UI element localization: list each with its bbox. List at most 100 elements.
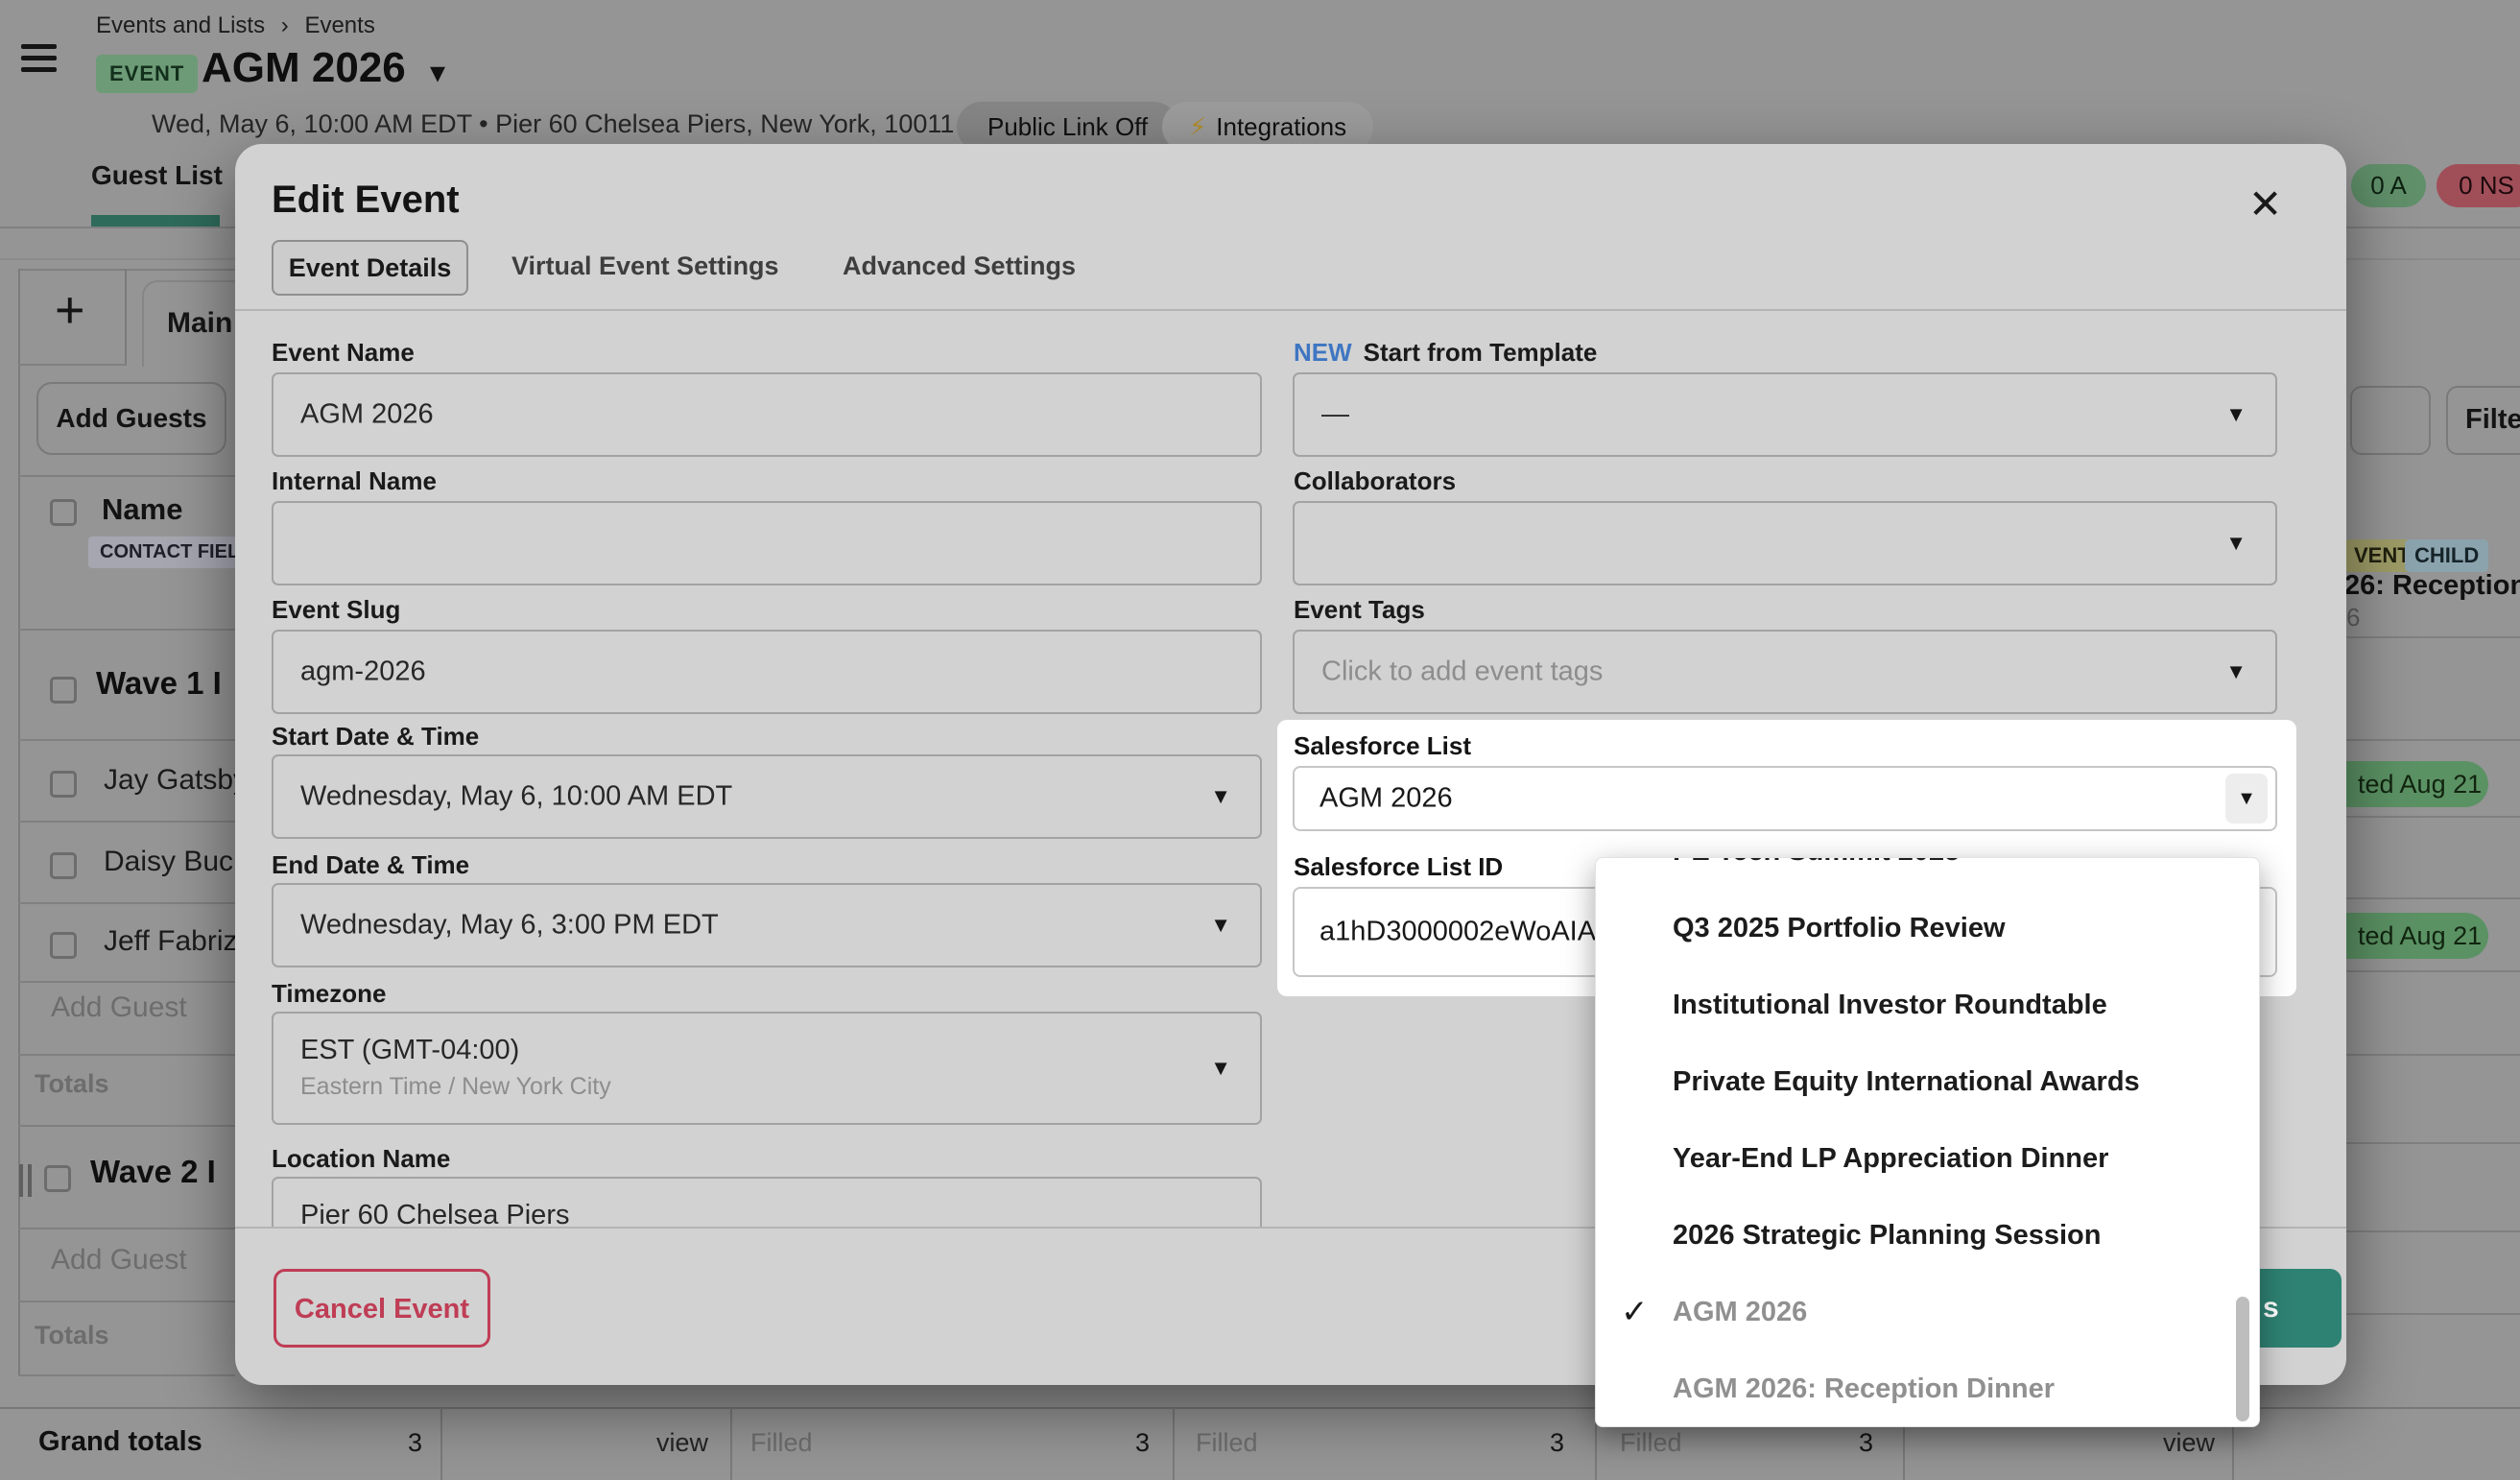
status-pill: ted Aug 21 (2344, 761, 2488, 807)
location-name-input[interactable]: Pier 60 Chelsea Piers (272, 1177, 1262, 1227)
guest-row-checkbox[interactable] (50, 852, 77, 879)
salesforce-list-select[interactable]: AGM 2026 ▼ (1293, 766, 2277, 831)
child-event-title[interactable]: 26: Reception Di (2344, 570, 2520, 602)
child-badge: CHILD (2405, 539, 2488, 572)
check-icon: ✓ (1621, 1274, 1649, 1350)
noshow-count-badge: 0 NS (2437, 164, 2520, 207)
right-row-divider (2346, 1054, 2520, 1056)
row-divider (18, 821, 235, 823)
tab-event-details[interactable]: Event Details (272, 240, 468, 296)
filter-button-label: Filte (2465, 404, 2520, 436)
guest-row[interactable]: Daisy Buch (104, 846, 236, 878)
view-link[interactable]: view (537, 1428, 708, 1458)
hamburger-menu-icon[interactable] (21, 44, 57, 72)
right-row-divider (2346, 636, 2520, 638)
start-datetime-select[interactable]: Wednesday, May 6, 10:00 AM EDT ▼ (272, 754, 1262, 839)
integrations-label: Integrations (1216, 112, 1346, 141)
end-datetime-select[interactable]: Wednesday, May 6, 3:00 PM EDT ▼ (272, 883, 1262, 967)
breadcrumb[interactable]: Events and Lists › Events (96, 12, 375, 39)
dropdown-option[interactable]: Year-End LP Appreciation Dinner (1596, 1120, 2259, 1197)
location-name-value: Pier 60 Chelsea Piers (300, 1200, 569, 1227)
grand-total-value: 3 (365, 1428, 422, 1458)
plus-cell-bottom (18, 364, 127, 366)
collaborators-label: Collaborators (1294, 466, 1456, 496)
filled-value: 3 (1808, 1428, 1873, 1458)
dropdown-scrollbar-thumb[interactable] (2236, 1297, 2249, 1421)
close-icon[interactable]: ✕ (2248, 180, 2282, 227)
event-type-badge: EVENT (96, 55, 198, 93)
guest-row[interactable]: Jeff Fabriz (104, 925, 236, 958)
dropdown-option[interactable]: Private Equity International Awards (1596, 1043, 2259, 1120)
right-row-divider (2346, 1230, 2520, 1232)
salesforce-list-label: Salesforce List (1294, 731, 1471, 761)
dropdown-option[interactable]: PE Tech Summit 2025 (1596, 857, 2259, 890)
timezone-value: EST (GMT-04:00) (300, 1035, 519, 1066)
dropdown-option-label: AGM 2026 (1673, 1297, 1807, 1327)
collaborators-select[interactable]: ▼ (1293, 501, 2277, 585)
tab-virtual-event-settings[interactable]: Virtual Event Settings (511, 251, 779, 281)
breadcrumb-current[interactable]: Events (304, 12, 374, 38)
filter-button[interactable]: Filte (2446, 386, 2520, 455)
column-header-name[interactable]: Name (102, 492, 182, 527)
salesforce-list-value: AGM 2026 (1319, 783, 1453, 815)
grand-cell-border (730, 1407, 732, 1480)
add-guest-row[interactable]: Add Guest (51, 1244, 187, 1277)
dropdown-option[interactable]: Q3 2025 Portfolio Review (1596, 890, 2259, 967)
dropdown-option[interactable]: AGM 2026: Reception Dinner (1596, 1350, 2259, 1427)
filled-value: 3 (1084, 1428, 1150, 1458)
internal-name-label: Internal Name (272, 466, 437, 496)
right-row-divider (2346, 897, 2520, 899)
view-link[interactable]: view (2034, 1428, 2215, 1458)
internal-name-input[interactable] (272, 501, 1262, 585)
guest-row-checkbox[interactable] (50, 932, 77, 959)
drag-handle-icon[interactable] (19, 1164, 32, 1202)
cutoff-control[interactable] (2350, 386, 2431, 455)
add-guest-row[interactable]: Add Guest (51, 991, 187, 1024)
dropdown-option[interactable]: Institutional Investor Roundtable (1596, 967, 2259, 1043)
row-divider (18, 1301, 235, 1302)
salesforce-list-id-value: a1hD3000002eWoAIAU (1319, 917, 1616, 948)
event-tags-placeholder: Click to add event tags (1321, 656, 1603, 688)
location-name-clip: Pier 60 Chelsea Piers (272, 1177, 1262, 1227)
guest-row[interactable]: Jay Gatsby (104, 764, 236, 797)
tab-advanced-settings[interactable]: Advanced Settings (843, 251, 1076, 281)
status-pill: ted Aug 21 (2344, 913, 2488, 959)
chevron-down-icon: ▼ (2225, 531, 2247, 556)
right-row-divider (2346, 739, 2520, 741)
select-all-checkbox[interactable] (50, 499, 77, 526)
location-name-label: Location Name (272, 1144, 450, 1174)
lightning-icon: ⚡ (1189, 112, 1206, 141)
template-value: — (1321, 399, 1349, 431)
wave2-checkbox[interactable] (44, 1165, 71, 1192)
guest-row-checkbox[interactable] (50, 771, 77, 798)
wave2-header: Wave 2 I (90, 1154, 236, 1190)
breadcrumb-root[interactable]: Events and Lists (96, 12, 265, 38)
event-name-input[interactable]: AGM 2026 (272, 372, 1262, 457)
tab-main[interactable]: Main T (142, 280, 248, 367)
title-caret-icon[interactable]: ▾ (430, 54, 445, 90)
totals-row: Totals (35, 1069, 109, 1099)
dropdown-option[interactable]: 2026 Strategic Planning Session (1596, 1197, 2259, 1274)
event-tags-select[interactable]: Click to add event tags ▼ (1293, 630, 2277, 714)
chevron-down-icon: ▼ (1210, 1056, 1231, 1081)
save-button-label: s (2263, 1292, 2279, 1325)
event-name-label: Event Name (272, 338, 415, 368)
salesforce-list-dropdown: PE Tech Summit 2025 Q3 2025 Portfolio Re… (1595, 857, 2260, 1427)
add-tab-button[interactable]: + (55, 280, 85, 340)
tab-guest-list[interactable]: Guest List (91, 160, 223, 191)
add-guests-button[interactable]: Add Guests (36, 382, 226, 455)
cancel-event-button[interactable]: Cancel Event (273, 1269, 490, 1348)
modal-header-divider (235, 309, 2346, 311)
row-divider (18, 1228, 235, 1229)
grand-cell-border (1173, 1407, 1175, 1480)
wave1-checkbox[interactable] (50, 677, 77, 704)
template-select[interactable]: — ▼ (1293, 372, 2277, 457)
event-slug-input[interactable]: agm-2026 (272, 630, 1262, 714)
dropdown-option-selected[interactable]: ✓ AGM 2026 (1596, 1274, 2259, 1350)
app-screenshot: Events and Lists › Events EVENT AGM 2026… (0, 0, 2520, 1480)
filled-label: Filled (1620, 1428, 1682, 1458)
table-top-border (18, 269, 235, 271)
timezone-select[interactable]: EST (GMT-04:00) Eastern Time / New York … (272, 1012, 1262, 1125)
salesforce-list-caret-button[interactable]: ▼ (2225, 774, 2268, 824)
tab-main-label: Main T (167, 307, 246, 340)
